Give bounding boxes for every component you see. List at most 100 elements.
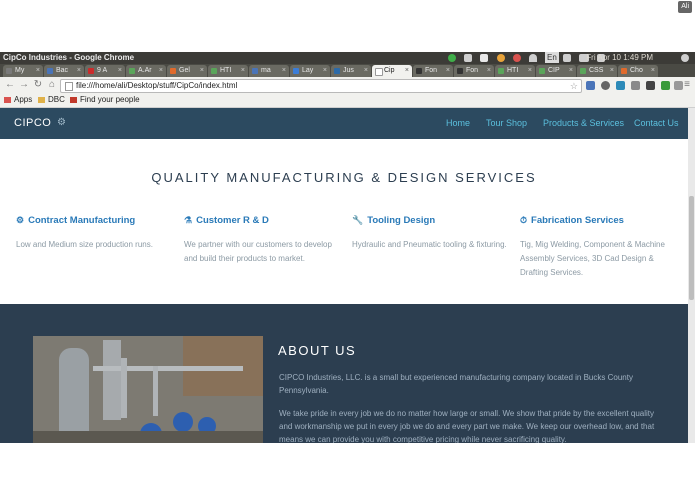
do-not-disturb-icon[interactable] (513, 54, 521, 62)
tab-favicon-icon (334, 68, 340, 74)
tab-favicon-icon (375, 68, 383, 76)
extension-icon-5[interactable] (646, 81, 655, 90)
spotify-icon[interactable] (448, 54, 456, 62)
tab-close-icon[interactable]: × (323, 65, 327, 77)
tab-favicon-icon (293, 68, 299, 74)
bookmark-item[interactable]: DBC (38, 93, 65, 107)
tab-favicon-icon (47, 68, 53, 74)
window-title: CipCo Industries - Google Chrome (3, 53, 135, 62)
tab-label: A.Ar (138, 67, 152, 74)
tab-favicon-icon (498, 68, 504, 74)
browser-tab[interactable]: Jus × (331, 65, 371, 77)
browser-tab[interactable]: HTI × (208, 65, 248, 77)
services-heading: QUALITY MANUFACTURING & DESIGN SERVICES (151, 170, 537, 185)
page-scrollbar-thumb[interactable] (689, 196, 694, 300)
browser-tab[interactable]: 9 A × (85, 65, 125, 77)
nav-tour-shop[interactable]: Tour Shop (486, 118, 527, 128)
factory-photo (33, 336, 263, 443)
tab-close-icon[interactable]: × (36, 65, 40, 77)
clock[interactable]: Fri Apr 10 1:49 PM (586, 52, 653, 64)
browser-tab[interactable]: Gel × (167, 65, 207, 77)
browser-tab[interactable]: Bac × (44, 65, 84, 77)
nav-products-services[interactable]: Products & Services (543, 118, 624, 128)
tab-close-icon[interactable]: × (528, 65, 532, 77)
bookmark-item[interactable]: Find your people (70, 93, 140, 107)
about-paragraph-1: CIPCO Industries, LLC. is a small but ex… (279, 373, 633, 395)
settings-gear-icon[interactable] (681, 54, 689, 62)
gear-icon: ⚙ (16, 215, 25, 225)
tab-close-icon[interactable]: × (241, 65, 245, 77)
extension-icon-4[interactable] (631, 81, 640, 90)
service-title-tooling-design: 🔧 Tooling Design (352, 215, 436, 226)
browser-tab[interactable]: Cho × (618, 65, 658, 77)
browser-tab[interactable]: CIP × (536, 65, 576, 77)
tab-close-icon[interactable]: × (610, 65, 614, 77)
tab-close-icon[interactable]: × (282, 65, 286, 77)
tab-close-icon[interactable]: × (487, 65, 491, 77)
browser-tab[interactable]: Fon × (454, 65, 494, 77)
tab-label: Gel (179, 67, 190, 74)
tab-close-icon[interactable]: × (569, 65, 573, 77)
browser-tab-active[interactable]: Cip × (372, 65, 412, 77)
tab-label: Cip (384, 67, 395, 74)
service-text-fabrication: Tig, Mig Welding, Component & Machine As… (520, 240, 665, 277)
tab-favicon-icon (416, 68, 422, 74)
browser-tab[interactable]: A.Ar × (126, 65, 166, 77)
address-bar[interactable]: file:///home/ali/Desktop/stuff/CipCo/ind… (60, 79, 582, 93)
bookmark-star-icon[interactable]: ☆ (570, 80, 578, 92)
dropbox-icon[interactable] (480, 54, 488, 62)
tab-favicon-icon (88, 68, 94, 74)
browser-tab[interactable]: CSS × (577, 65, 617, 77)
tab-close-icon[interactable]: × (651, 65, 655, 77)
profile-badge[interactable]: Ali (678, 1, 692, 13)
tab-label: Fon (466, 67, 479, 74)
flask-icon: ⚗ (184, 215, 193, 225)
wrench-icon: 🔧 (352, 215, 364, 225)
tab-close-icon[interactable]: × (159, 65, 163, 77)
browser-tab[interactable]: My × (3, 65, 43, 77)
forward-icon[interactable]: → (18, 79, 30, 91)
extension-icon-6[interactable] (661, 81, 670, 90)
tab-close-icon[interactable]: × (405, 65, 409, 77)
home-icon[interactable]: ⌂ (46, 79, 58, 91)
back-icon[interactable]: ← (4, 79, 16, 91)
bookmarks-bar: Apps DBC Find your people (0, 93, 695, 108)
menu-icon[interactable]: ≡ (681, 79, 693, 91)
bookmark-label: Find your people (80, 95, 140, 104)
browser-tab[interactable]: HTI × (495, 65, 535, 77)
extension-icon-1[interactable] (586, 81, 595, 90)
reload-icon[interactable]: ↻ (32, 79, 44, 91)
address-url[interactable]: file:///home/ali/Desktop/stuff/CipCo/ind… (76, 80, 237, 92)
wifi-icon[interactable] (529, 54, 537, 62)
tab-close-icon[interactable]: × (446, 65, 450, 77)
extension-icon-3[interactable] (616, 81, 625, 90)
tab-close-icon[interactable]: × (364, 65, 368, 77)
service-title-contract-manufacturing: ⚙ Contract Manufacturing (16, 215, 136, 226)
tab-label: Bac (56, 67, 69, 74)
sync-icon[interactable] (464, 54, 472, 62)
nav-home[interactable]: Home (446, 118, 470, 128)
tab-favicon-icon (6, 68, 12, 74)
bookmark-item[interactable]: Apps (4, 93, 32, 107)
about-heading: ABOUT US (278, 343, 357, 358)
nav-contact-us[interactable]: Contact Us (634, 118, 679, 128)
tab-close-icon[interactable]: × (118, 65, 122, 77)
browser-tab[interactable]: ma × (249, 65, 289, 77)
os-top-bar: CipCo Industries - Google Chrome En Fri … (0, 52, 695, 64)
keyboard-layout-indicator[interactable]: En (545, 52, 559, 63)
service-title-fabrication: ⏱ Fabrication Services (520, 215, 624, 226)
tab-label: My (15, 67, 25, 74)
service-text-contract-manufacturing: Low and Medium size production runs. (16, 240, 153, 249)
tab-favicon-icon (457, 68, 463, 74)
tab-label: ma (261, 67, 271, 74)
tab-label: CSS (589, 67, 604, 74)
browser-tab[interactable]: Fon × (413, 65, 453, 77)
site-brand[interactable]: CIPCO (14, 117, 51, 129)
browser-tab[interactable]: Lay × (290, 65, 330, 77)
chrome-tray-icon[interactable] (497, 54, 505, 62)
tab-close-icon[interactable]: × (200, 65, 204, 77)
tab-favicon-icon (129, 68, 135, 74)
mail-icon[interactable] (563, 54, 571, 62)
extension-icon-2[interactable] (601, 81, 610, 90)
tab-close-icon[interactable]: × (77, 65, 81, 77)
